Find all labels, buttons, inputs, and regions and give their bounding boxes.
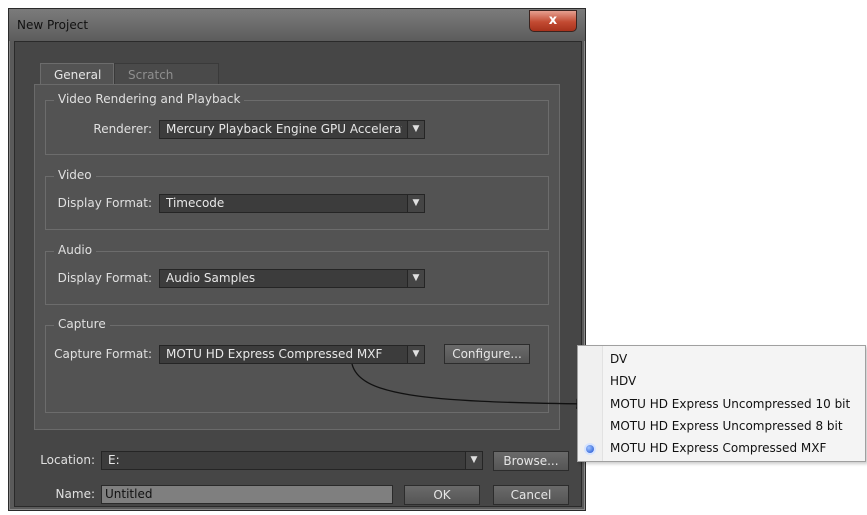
dropdown-option-motu-8bit[interactable]: MOTU HD Express Uncompressed 8 bit [610,419,843,433]
dropdown-option-hdv[interactable]: HDV [610,374,636,388]
radio-selected-icon [586,445,594,453]
dropdown-option-dv[interactable]: DV [610,352,627,366]
capture-format-dropdown-list: DV HDV MOTU HD Express Uncompressed 10 b… [577,345,866,462]
dropdown-option-motu-compressed-mxf[interactable]: MOTU HD Express Compressed MXF [610,441,826,455]
menu-gutter [578,346,603,461]
dropdown-option-motu-10bit[interactable]: MOTU HD Express Uncompressed 10 bit [610,397,850,411]
